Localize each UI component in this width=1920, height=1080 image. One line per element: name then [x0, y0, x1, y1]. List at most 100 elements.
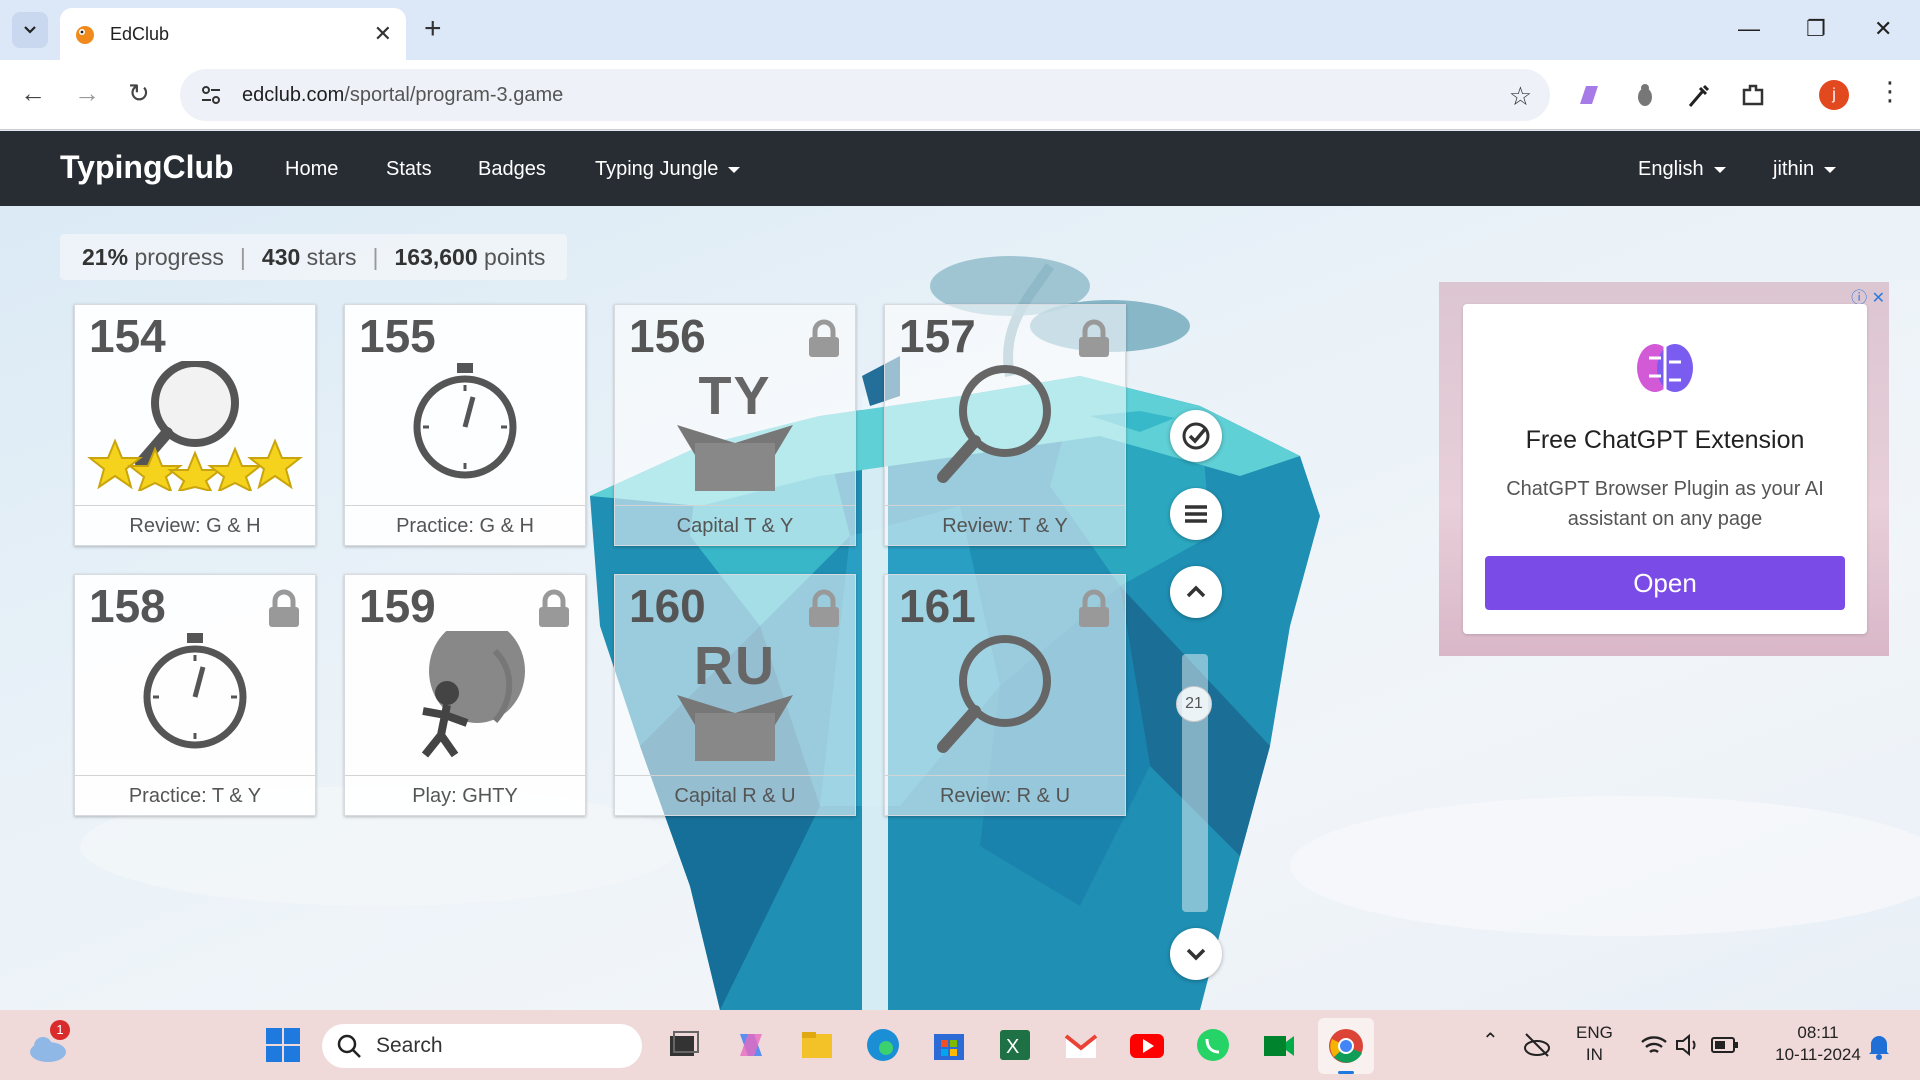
box-icon: [677, 695, 793, 761]
language-indicator[interactable]: ENG IN: [1576, 1022, 1613, 1066]
scroll-up-button[interactable]: [1170, 566, 1222, 618]
lesson-label: Capital T & Y: [615, 505, 855, 545]
close-window-icon[interactable]: ✕: [1874, 16, 1892, 42]
battery-icon[interactable]: [1710, 1034, 1740, 1056]
youtube-icon[interactable]: [1128, 1026, 1166, 1064]
page-scroll-track[interactable]: 21: [1176, 654, 1212, 912]
lesson-label: Practice: G & H: [345, 505, 585, 545]
windows-start-icon[interactable]: [264, 1026, 302, 1064]
bug-extension-icon[interactable]: [1630, 80, 1660, 110]
google-meet-icon[interactable]: [1260, 1026, 1298, 1064]
forward-icon[interactable]: →: [74, 80, 100, 106]
extensions-puzzle-icon[interactable]: [1738, 80, 1768, 110]
tab-search-button[interactable]: [12, 12, 48, 48]
notification-bell-icon[interactable]: [1866, 1032, 1892, 1060]
advertisement: ⓘ ✕ Free ChatGPT Extension ChatGPT Brows…: [1439, 282, 1889, 656]
ad-open-button[interactable]: Open: [1485, 556, 1845, 610]
progress-summary: 21% progress | 430 stars | 163,600 point…: [60, 234, 568, 280]
lesson-card-158[interactable]: 158 Practice: T & Y: [74, 574, 316, 816]
balloon-game-icon: [421, 631, 525, 758]
nav-home[interactable]: Home: [285, 158, 338, 181]
svg-text:X: X: [1006, 1036, 1019, 1058]
magnifier-icon: [937, 635, 1051, 753]
chrome-taskbar-button[interactable]: [1318, 1018, 1374, 1074]
minimize-icon[interactable]: —: [1738, 16, 1760, 42]
user-menu[interactable]: jithin: [1773, 158, 1837, 181]
ad-card[interactable]: Free ChatGPT Extension ChatGPT Browser P…: [1463, 304, 1867, 634]
file-explorer-icon[interactable]: [798, 1026, 836, 1064]
eyedropper-icon[interactable]: [1684, 80, 1714, 110]
magnifier-icon: [937, 365, 1051, 483]
onedrive-offline-icon[interactable]: [1522, 1030, 1552, 1060]
lang-code: ENG: [1576, 1023, 1613, 1042]
lesson-card-159[interactable]: 159 Play: GHTY: [344, 574, 586, 816]
bookmark-star-icon[interactable]: ☆: [1509, 81, 1532, 112]
profile-avatar[interactable]: j: [1819, 80, 1849, 110]
restore-icon[interactable]: ❐: [1806, 16, 1826, 42]
brand-logo[interactable]: TypingClub: [60, 149, 234, 186]
lesson-number: 159: [359, 580, 436, 632]
list-menu-button[interactable]: [1170, 488, 1222, 540]
tab-close-icon[interactable]: ✕: [374, 21, 392, 47]
chevron-down-icon: [1186, 948, 1206, 961]
whatsapp-icon[interactable]: [1194, 1026, 1232, 1064]
divider: |: [372, 243, 379, 270]
back-icon[interactable]: ←: [20, 80, 46, 106]
lock-icon: [809, 319, 839, 357]
lesson-card-160[interactable]: 160 RU Capital R & U: [614, 574, 856, 816]
task-view-icon[interactable]: [664, 1026, 702, 1064]
brain-icon: [1637, 344, 1693, 392]
address-bar[interactable]: edclub.com/sportal/program-3.game ☆: [180, 69, 1550, 121]
tray-overflow-icon[interactable]: ⌃: [1482, 1030, 1499, 1052]
browser-menu-icon[interactable]: ⋮: [1877, 76, 1903, 107]
lesson-label: Review: T & Y: [885, 505, 1125, 545]
microsoft-store-icon[interactable]: [930, 1026, 968, 1064]
chevron-down-icon: [728, 166, 741, 173]
wifi-icon[interactable]: [1640, 1032, 1668, 1058]
hamburger-menu-icon: [1185, 505, 1207, 523]
nav-stats[interactable]: Stats: [386, 158, 432, 181]
edge-browser-icon[interactable]: [864, 1026, 902, 1064]
language-select[interactable]: English: [1638, 158, 1726, 181]
reload-icon[interactable]: ↻: [128, 80, 150, 106]
lesson-card-156[interactable]: 156 TY Capital T & Y: [614, 304, 856, 546]
volume-icon[interactable]: [1674, 1032, 1700, 1058]
new-tab-button[interactable]: +: [424, 14, 442, 44]
gemini-extension-icon[interactable]: [1574, 80, 1604, 110]
box-icon: [677, 425, 793, 491]
chevron-down-icon: [1713, 166, 1726, 173]
lesson-number: 158: [89, 580, 166, 632]
windows-taskbar: 1 Search X ⌃ ENG IN 08:11 10-11-2024: [0, 1010, 1920, 1080]
browser-tab[interactable]: EdClub ✕: [60, 8, 406, 60]
completed-filter-button[interactable]: [1170, 410, 1222, 462]
stopwatch-icon: [413, 363, 517, 479]
lesson-card-154[interactable]: 154 Review: G & H: [74, 304, 316, 546]
weather-widget[interactable]: 1: [28, 1020, 70, 1064]
scroll-down-button[interactable]: [1170, 928, 1222, 980]
page-scroll-thumb[interactable]: 21: [1176, 686, 1212, 722]
lesson-label: Practice: T & Y: [75, 775, 315, 815]
clock-date: 10-11-2024: [1775, 1045, 1861, 1064]
lesson-card-161[interactable]: 161 Review: R & U: [884, 574, 1126, 816]
chrome-icon: [1329, 1029, 1363, 1063]
lesson-card-157[interactable]: 157 Review: T & Y: [884, 304, 1126, 546]
search-icon: [337, 1034, 361, 1058]
lesson-card-155[interactable]: 155 Practice: G & H: [344, 304, 586, 546]
chevron-down-icon: [1824, 166, 1837, 173]
taskbar-search[interactable]: Search: [322, 1024, 642, 1068]
excel-icon[interactable]: X: [996, 1026, 1034, 1064]
search-placeholder: Search: [376, 1034, 443, 1057]
copilot-icon[interactable]: [732, 1026, 770, 1064]
nav-badges[interactable]: Badges: [478, 158, 546, 181]
user-name: jithin: [1773, 158, 1815, 180]
nav-typing-jungle[interactable]: Typing Jungle: [595, 158, 741, 181]
lock-icon: [539, 589, 569, 627]
nav-typing-jungle-label: Typing Jungle: [595, 158, 719, 180]
lock-icon: [1079, 589, 1109, 627]
gmail-icon[interactable]: [1062, 1026, 1100, 1064]
lock-icon: [269, 589, 299, 627]
site-info-icon[interactable]: [198, 82, 224, 108]
magnifier-stars-icon: [87, 361, 303, 491]
clock[interactable]: 08:11 10-11-2024: [1758, 1022, 1878, 1066]
tab-title: EdClub: [110, 23, 170, 44]
